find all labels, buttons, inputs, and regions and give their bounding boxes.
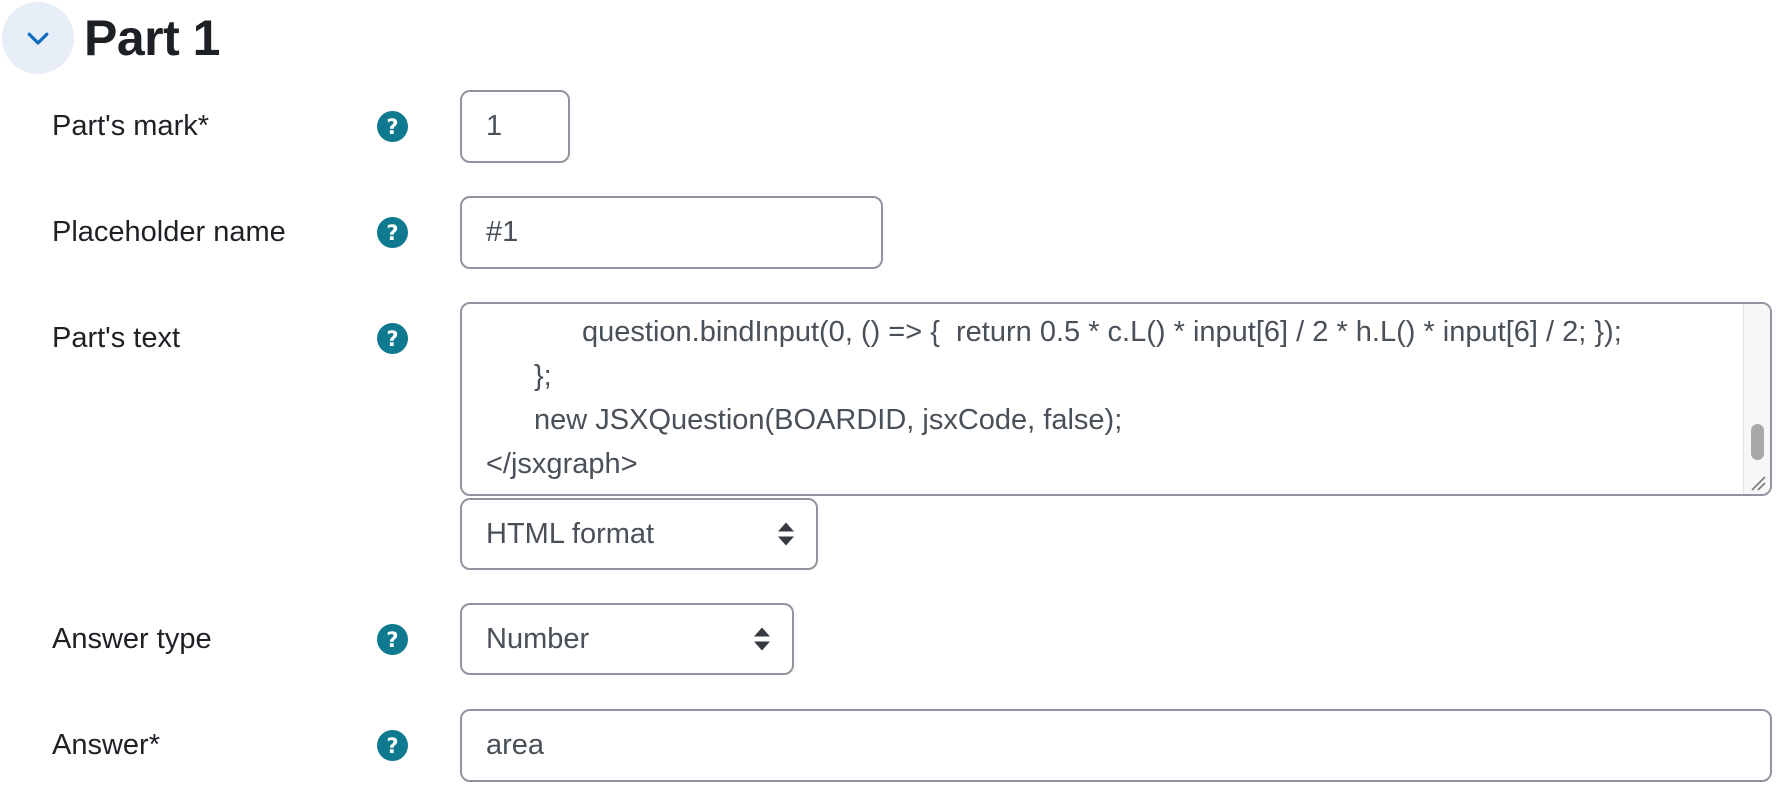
form-row-answer-type: Answer type ? Number: [0, 603, 1776, 677]
code-line: new JSXQuestion(BOARDID, jsxCode, false)…: [534, 404, 1123, 436]
answer-input[interactable]: area: [460, 709, 1772, 782]
placeholder-name-input[interactable]: #1: [460, 196, 883, 269]
code-line: </jsxgraph>: [486, 448, 638, 480]
form-row-answer: Answer* ? area: [0, 709, 1776, 783]
text-format-value: HTML format: [486, 517, 655, 550]
sort-arrows-icon: [778, 522, 794, 546]
field-label-mark: Part's mark*: [52, 110, 210, 142]
help-icon[interactable]: ?: [377, 323, 408, 354]
sort-arrows-icon: [754, 627, 770, 651]
field-label-answer: Answer*: [52, 729, 160, 761]
form-row-mark: Part's mark* ? 1: [0, 90, 1776, 164]
form-row-placeholder: Placeholder name ? #1: [0, 196, 1776, 270]
help-icon[interactable]: ?: [377, 624, 408, 655]
help-icon[interactable]: ?: [377, 730, 408, 761]
field-label-text: Part's text: [52, 322, 181, 354]
field-label-answer-type: Answer type: [52, 623, 212, 655]
scrollbar-thumb[interactable]: [1751, 424, 1764, 460]
part-text-editor[interactable]: question.bindInput(0, () => { return 0.5…: [460, 302, 1772, 496]
answer-type-select[interactable]: Number: [460, 603, 794, 675]
code-line: };: [534, 360, 552, 392]
chevron-down-icon: [27, 32, 49, 45]
text-format-select[interactable]: HTML format: [460, 498, 818, 570]
section-header: Part 1: [2, 2, 220, 74]
editor-scrollbar[interactable]: [1743, 304, 1770, 494]
mark-input[interactable]: 1: [460, 90, 570, 163]
field-label-placeholder: Placeholder name: [52, 216, 286, 248]
section-title: Part 1: [84, 10, 220, 66]
code-line: question.bindInput(0, () => { return 0.5…: [582, 316, 1622, 348]
collapse-toggle-button[interactable]: [2, 2, 74, 74]
answer-type-value: Number: [486, 622, 590, 655]
help-icon[interactable]: ?: [377, 217, 408, 248]
resize-grip-icon[interactable]: [1748, 473, 1766, 491]
help-icon[interactable]: ?: [377, 111, 408, 142]
